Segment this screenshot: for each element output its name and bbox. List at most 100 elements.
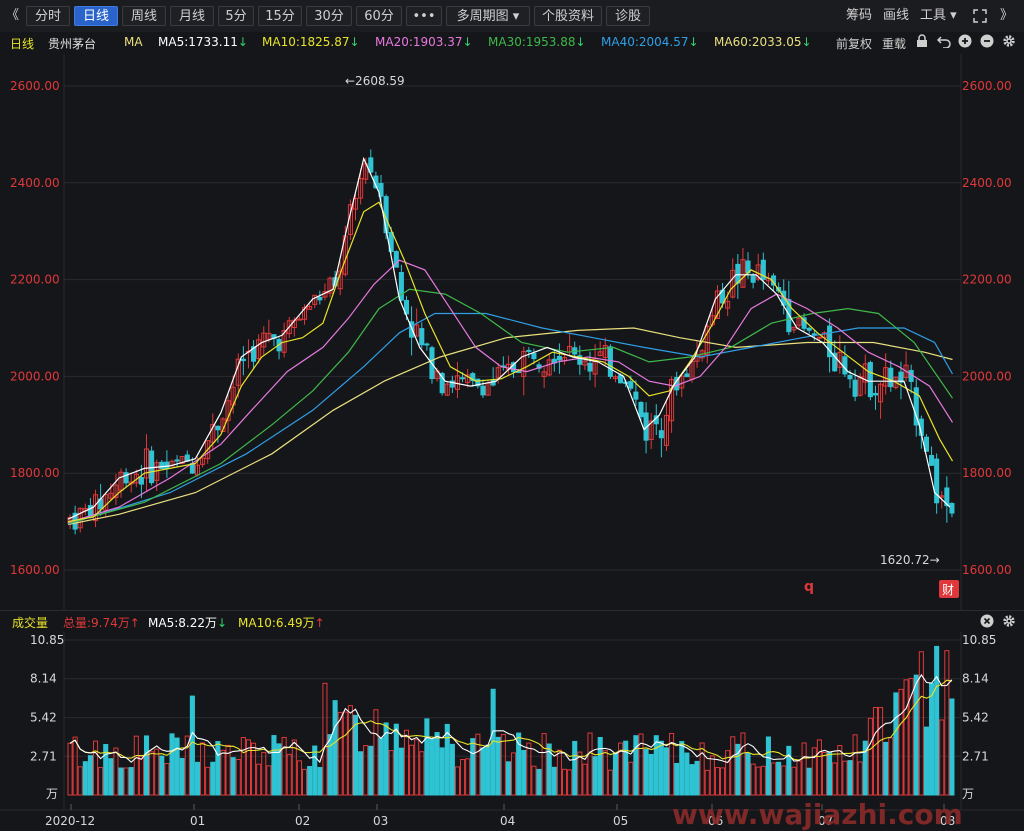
volume-bar (883, 741, 889, 796)
fullscreen-icon[interactable] (972, 6, 990, 26)
candle-body (526, 349, 532, 352)
up-arrow-icon: ↑ (314, 616, 325, 630)
candle-body (633, 391, 639, 400)
down-arrow-icon: ↓ (237, 35, 248, 49)
volume-bar (597, 736, 603, 796)
tools-dropdown[interactable]: 工具 ▾ (920, 6, 957, 26)
volume-bar (485, 744, 491, 796)
high-price-annotation: ←2608.59 (345, 74, 405, 88)
candle-body (460, 377, 466, 380)
multi-period-dropdown[interactable]: 多周期图 ▾ (446, 6, 530, 26)
candle-body (929, 455, 935, 466)
volume-bar (271, 735, 277, 796)
candle-body (949, 503, 955, 514)
volume-bar (480, 747, 486, 796)
ma5-value: MA5:1733.11↓ (158, 35, 248, 49)
candle-body (587, 362, 593, 372)
candle-body (847, 374, 853, 380)
volume-axis-label-right: 万 (962, 787, 974, 801)
vma5-value: MA5:8.22万↓ (148, 616, 228, 630)
reload-button[interactable]: 重载 (882, 35, 906, 52)
ma-info-bar: 日线 贵州茅台 MA MA5:1733.11↓ MA10:1825.87↓ MA… (0, 32, 1024, 54)
volume-bar (358, 751, 364, 796)
volume-bar (378, 737, 384, 796)
lock-icon[interactable] (916, 34, 928, 52)
volume-bar (424, 718, 430, 796)
volume-bar (352, 714, 359, 796)
chips-button[interactable]: 筹码 (846, 6, 872, 26)
price-axis-label-left: 1600.00 (10, 563, 60, 577)
volume-axis-label-left: 8.14 (30, 672, 57, 686)
undo-icon[interactable] (936, 34, 951, 52)
volume-bar (470, 738, 476, 796)
volume-bar (429, 738, 435, 796)
candle-body (852, 379, 858, 397)
candle-body (174, 459, 180, 462)
indicator-name[interactable]: MA (124, 35, 143, 49)
x-axis-label: 02 (295, 814, 310, 828)
volume-bar (439, 747, 445, 796)
volume-bar (633, 735, 639, 796)
volume-label[interactable]: 成交量 (12, 614, 48, 631)
down-arrow-icon: ↓ (462, 35, 473, 49)
settings-icon[interactable] (1002, 34, 1016, 52)
candle-body (628, 381, 634, 389)
volume-bar (521, 749, 527, 796)
candle-body (240, 358, 246, 362)
low-price-annotation: 1620.72→ (880, 553, 940, 567)
volume-bar (87, 755, 93, 796)
volume-bar (612, 753, 619, 796)
fuquan-button[interactable]: 前复权 (836, 35, 872, 52)
volume-chart[interactable]: 10.85 10.85 8.14 8.14 5.42 5.42 2.71 2.71 万 万 202… (0, 632, 1024, 831)
zoom-in-icon[interactable] (958, 34, 972, 52)
stock-profile-button[interactable]: 个股资料 (534, 6, 602, 26)
price-axis-label-left: 1800.00 (10, 466, 60, 480)
period-label: 日线 (10, 37, 35, 51)
tab-daily[interactable]: 日线 (74, 6, 118, 26)
candle-body (872, 392, 879, 396)
stock-name: 贵州茅台 (48, 37, 97, 51)
volume-bar (307, 765, 313, 796)
ma10-value: MA10:1825.87↓ (262, 35, 360, 49)
expand-right-icon[interactable]: 》 (1000, 6, 1016, 26)
candle-body (658, 430, 664, 439)
volume-bar (674, 762, 680, 796)
candle-body (317, 296, 323, 301)
down-arrow-icon: ↓ (216, 616, 228, 630)
diagnosis-button[interactable]: 诊股 (606, 6, 650, 26)
volume-bar (847, 760, 853, 796)
volume-bar (332, 700, 338, 796)
volume-bar (215, 741, 221, 796)
volume-axis-label-left: 5.42 (30, 711, 57, 725)
tab-5min[interactable]: 5分 (218, 6, 254, 26)
volume-bar (949, 698, 955, 796)
tab-15min[interactable]: 15分 (258, 6, 302, 26)
tab-weekly[interactable]: 周线 (122, 6, 166, 26)
volume-settings-icon[interactable] (1002, 614, 1016, 632)
price-axis-label-left: 2400.00 (10, 176, 60, 190)
volume-bar (653, 735, 659, 796)
tab-60min[interactable]: 60分 (356, 6, 402, 26)
collapse-left-icon[interactable]: 《 (6, 6, 22, 26)
volume-bar (108, 758, 114, 796)
price-axis-label-right: 1600.00 (962, 563, 1012, 577)
tab-fenshi[interactable]: 分时 (26, 6, 70, 26)
total-volume: 总量:9.74万↑ (63, 616, 140, 630)
tab-monthly[interactable]: 月线 (170, 6, 214, 26)
price-chart[interactable]: 2600.00 2600.00 2400.00 2400.00 2200.00 2200.… (0, 54, 1024, 610)
more-periods-button[interactable]: ••• (406, 6, 442, 26)
x-axis-label: 03 (373, 814, 388, 828)
volume-bar (179, 757, 185, 796)
down-arrow-icon: ↓ (575, 35, 586, 49)
volume-bar (230, 757, 236, 796)
price-axis-label-right: 2000.00 (962, 369, 1012, 383)
x-axis-label: 01 (190, 814, 205, 828)
draw-line-button[interactable]: 画线 (883, 6, 909, 26)
q-marker[interactable]: q (804, 579, 814, 595)
price-axis-label-left: 2600.00 (10, 79, 60, 93)
ma40-value: MA40:2004.57↓ (601, 35, 699, 49)
zoom-out-icon[interactable] (980, 34, 994, 52)
x-axis-label: 04 (500, 814, 515, 828)
tab-30min[interactable]: 30分 (306, 6, 352, 26)
close-icon[interactable] (980, 614, 994, 632)
